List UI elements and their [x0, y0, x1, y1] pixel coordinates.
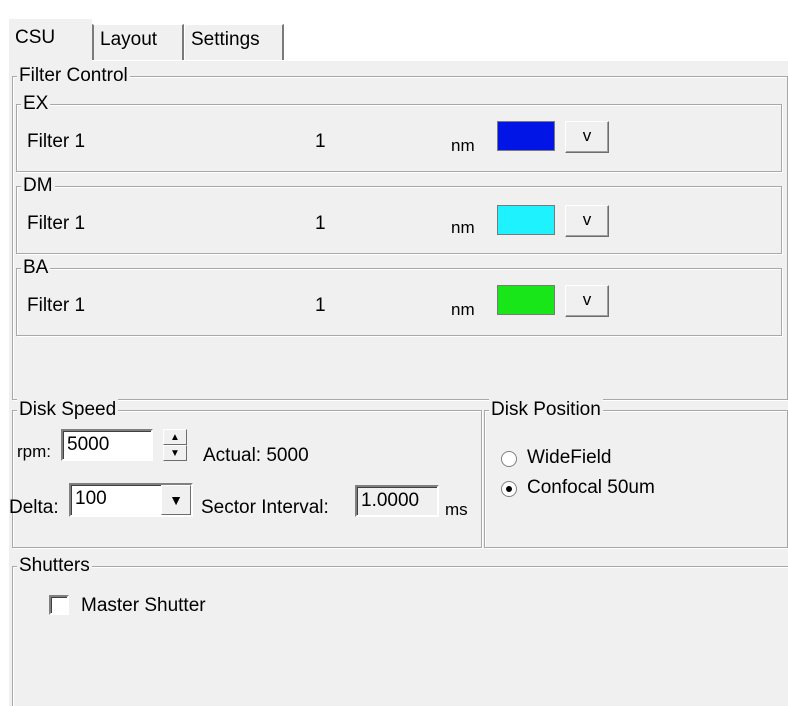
rpm-input-value: 5000 — [67, 434, 110, 455]
ba-filter-group: BA Filter 1 1 nm v — [16, 257, 782, 336]
delta-select-value: 100 — [75, 488, 107, 509]
dm-group-title: DM — [21, 175, 55, 197]
shutters-title: Shutters — [17, 555, 92, 577]
delta-label: Delta: — [9, 497, 59, 518]
dm-filter-name: Filter 1 — [27, 213, 86, 234]
ex-filter-unit: nm — [451, 136, 475, 155]
shutters-group: Shutters Master Shutter — [12, 555, 788, 706]
filter-control-title: Filter Control — [17, 65, 130, 87]
dm-filter-group: DM Filter 1 1 nm v — [16, 175, 782, 254]
ex-color-swatch — [497, 121, 555, 151]
confocal-50um-label: Confocal 50um — [527, 477, 655, 498]
ba-select-button[interactable]: v — [565, 285, 609, 317]
tab-settings-label: Settings — [191, 29, 260, 50]
disk-speed-group: Disk Speed rpm: 5000 ▲ ▼ Actual: 5000 De… — [9, 399, 482, 548]
dm-color-swatch — [497, 205, 555, 235]
ba-color-swatch — [497, 285, 555, 315]
ex-select-button-label: v — [582, 126, 592, 145]
tab-layout[interactable]: Layout — [92, 24, 184, 60]
ex-filter-name: Filter 1 — [27, 131, 86, 152]
tab-csu-label: CSU — [15, 27, 56, 48]
sector-interval-unit: ms — [445, 500, 468, 519]
ba-filter-value: 1 — [315, 295, 326, 316]
ba-filter-unit: nm — [451, 300, 475, 319]
widefield-label: WideField — [527, 447, 612, 468]
sector-interval-field: 1.0000 — [355, 485, 439, 517]
confocal-50um-radio[interactable] — [501, 481, 517, 497]
sector-interval-value: 1.0000 — [361, 490, 420, 511]
sector-interval-label: Sector Interval: — [201, 497, 329, 518]
ex-group-title: EX — [21, 93, 51, 115]
chevron-down-icon: ▼ — [169, 492, 183, 508]
disk-speed-title: Disk Speed — [17, 399, 119, 421]
disk-position-title: Disk Position — [489, 399, 603, 421]
ex-filter-value: 1 — [315, 131, 326, 152]
rpm-spin-down[interactable]: ▼ — [163, 445, 187, 461]
widefield-radio[interactable] — [501, 451, 517, 467]
rpm-label: rpm: — [17, 442, 51, 461]
rpm-spin-up[interactable]: ▲ — [163, 429, 187, 445]
actual-rpm-text: Actual: 5000 — [203, 445, 309, 466]
dm-filter-unit: nm — [451, 218, 475, 237]
ex-filter-group: EX Filter 1 1 nm v — [16, 93, 782, 172]
rpm-input[interactable]: 5000 — [61, 429, 153, 461]
tab-csu[interactable]: CSU — [8, 18, 92, 62]
dm-select-button-label: v — [582, 210, 592, 229]
dm-filter-value: 1 — [315, 213, 326, 234]
tab-settings[interactable]: Settings — [184, 24, 284, 60]
ba-group-title: BA — [21, 257, 51, 279]
ba-filter-name: Filter 1 — [27, 295, 86, 316]
master-shutter-label: Master Shutter — [81, 595, 206, 616]
disk-position-group: Disk Position WideField Confocal 50um — [484, 399, 788, 548]
ba-select-button-label: v — [582, 290, 592, 309]
tab-layout-label: Layout — [100, 29, 158, 50]
ex-select-button[interactable]: v — [565, 121, 609, 153]
dm-select-button[interactable]: v — [565, 205, 609, 237]
delta-dropdown-button[interactable]: ▼ — [161, 485, 191, 515]
master-shutter-checkbox[interactable] — [49, 595, 69, 615]
